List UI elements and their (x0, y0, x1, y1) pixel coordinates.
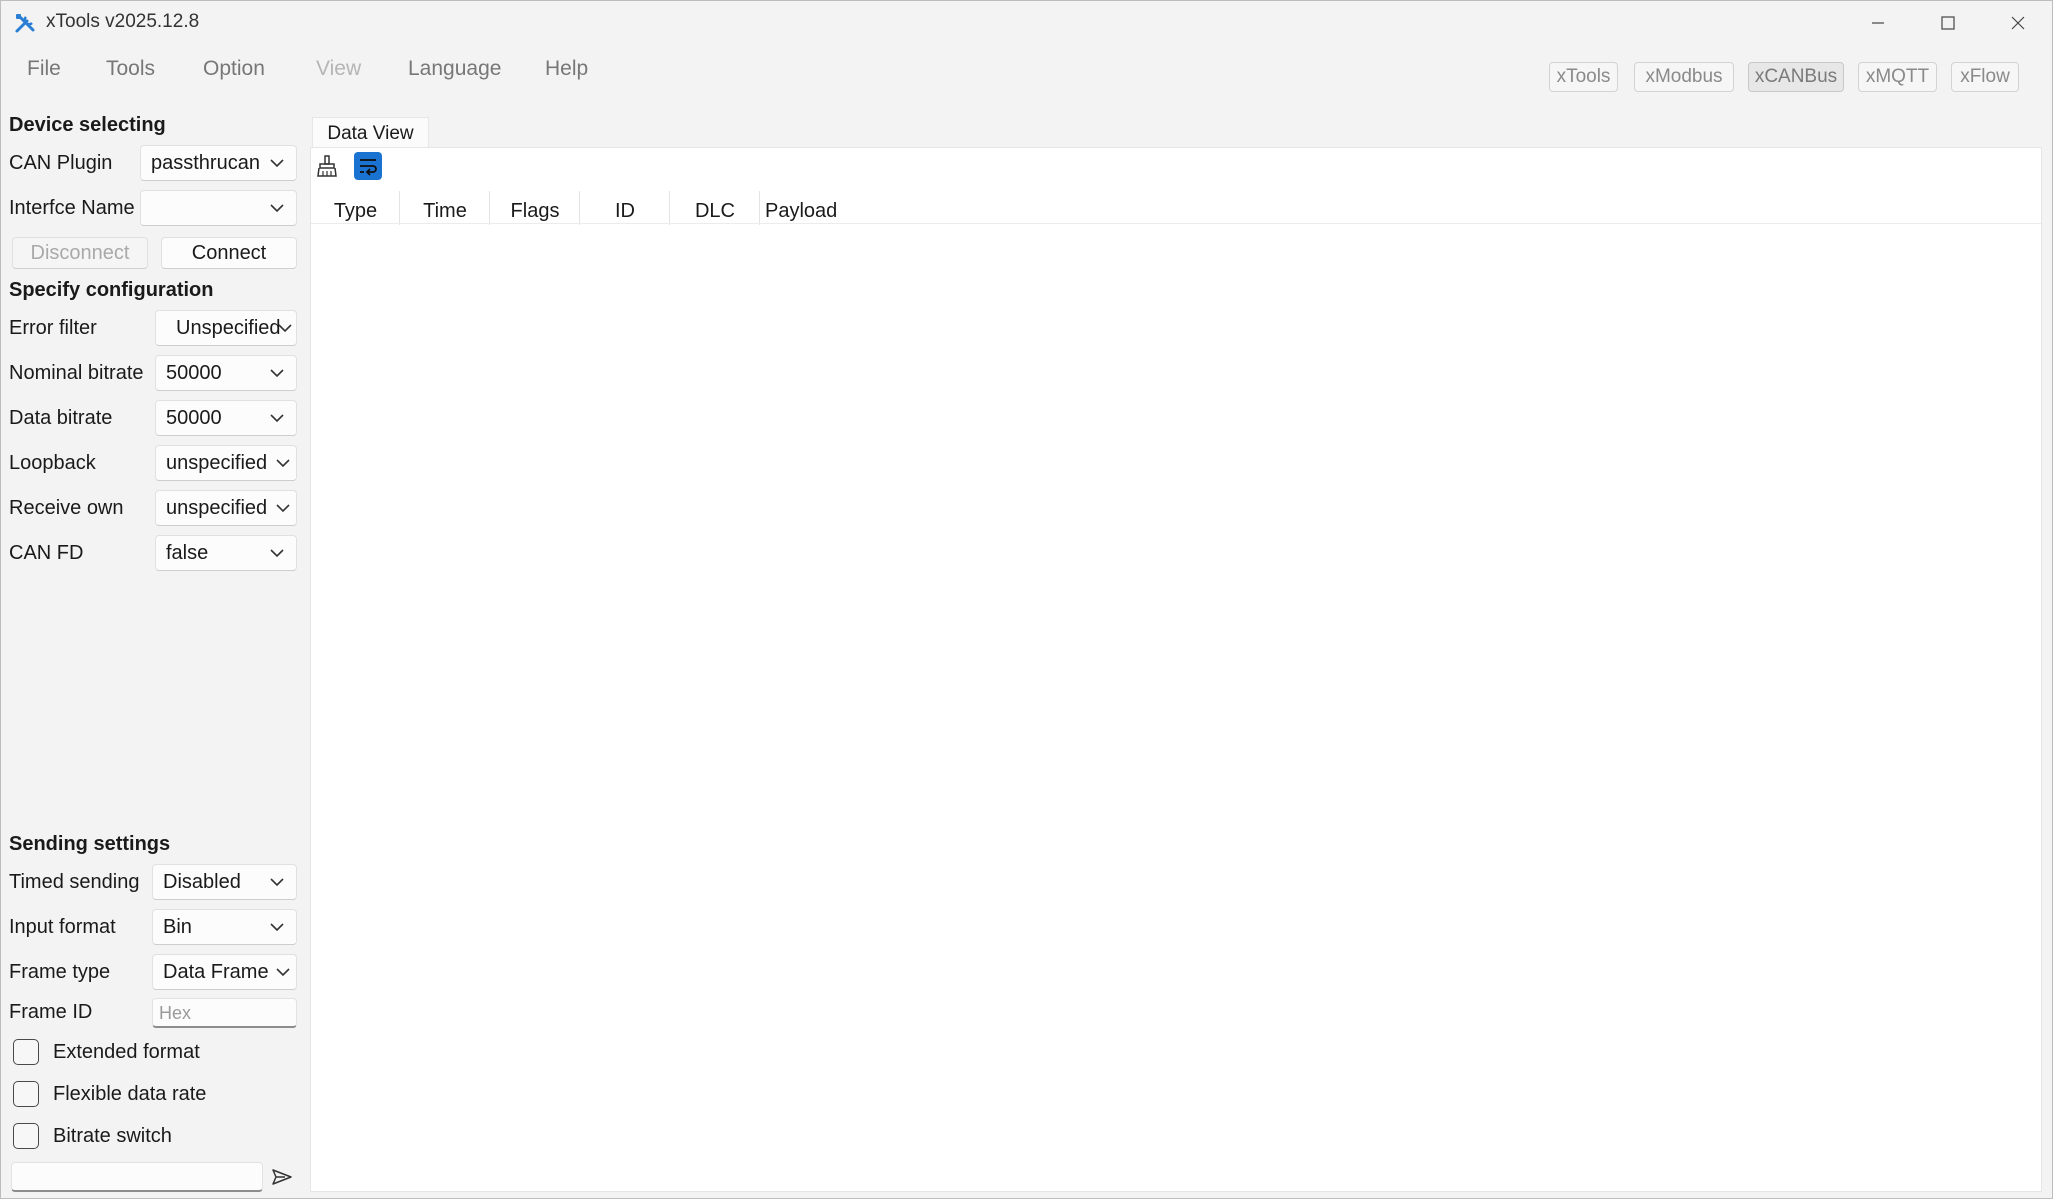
menu-file[interactable]: File (27, 57, 61, 81)
loopback-select[interactable]: unspecified (155, 445, 297, 481)
mode-xmqtt-button[interactable]: xMQTT (1858, 62, 1937, 92)
interface-name-select[interactable] (140, 190, 297, 226)
menu-language[interactable]: Language (408, 57, 501, 81)
data-bitrate-select[interactable]: 50000 (155, 400, 297, 436)
chevron-down-icon (270, 204, 284, 213)
close-icon (2011, 16, 2025, 30)
tab-data-view[interactable]: Data View (312, 117, 429, 149)
chevron-down-icon (270, 549, 284, 558)
title-bar: xTools v2025.12.8 (1, 1, 2052, 45)
column-header-flags[interactable]: Flags (490, 197, 580, 225)
column-header-payload[interactable]: Payload (765, 197, 837, 225)
can-fd-label: CAN FD (9, 542, 84, 564)
timed-sending-label: Timed sending (9, 871, 140, 893)
send-button[interactable] (267, 1162, 297, 1192)
menu-view[interactable]: View (316, 57, 361, 81)
mode-xflow-button[interactable]: xFlow (1951, 62, 2019, 92)
data-view-pane (310, 147, 2042, 1192)
frame-type-label: Frame type (9, 961, 111, 983)
can-plugin-value: passthrucan (151, 152, 260, 174)
chevron-down-icon (270, 369, 284, 378)
disconnect-button[interactable]: Disconnect (12, 237, 148, 269)
mode-xtools-button[interactable]: xTools (1549, 62, 1618, 92)
window-title: xTools v2025.12.8 (46, 11, 200, 32)
loopback-value: unspecified (166, 452, 268, 474)
can-fd-select[interactable]: false (155, 535, 297, 571)
broom-icon (317, 155, 337, 177)
column-header-dlc[interactable]: DLC (670, 197, 760, 225)
menu-option[interactable]: Option (203, 57, 265, 81)
flexible-data-rate-checkbox[interactable] (13, 1081, 39, 1107)
frame-id-input[interactable]: Hex (152, 998, 297, 1028)
receive-own-select[interactable]: unspecified (155, 490, 297, 526)
app-tools-icon (15, 14, 35, 33)
extended-format-checkbox[interactable] (13, 1039, 39, 1065)
clear-button[interactable] (313, 152, 341, 180)
bitrate-switch-label: Bitrate switch (53, 1124, 172, 1147)
config-section-title: Specify configuration (9, 279, 214, 301)
nominal-bitrate-select[interactable]: 50000 (155, 355, 297, 391)
chevron-down-icon (276, 459, 290, 468)
frame-id-label: Frame ID (9, 1001, 93, 1023)
interface-name-label: Interfce Name (9, 197, 135, 219)
loopback-label: Loopback (9, 452, 96, 474)
column-header-type[interactable]: Type (313, 197, 398, 225)
chevron-down-icon (278, 324, 292, 333)
main-window: xTools v2025.12.8 File Tools Option View… (0, 0, 2053, 1199)
error-filter-value: Unspecified (176, 317, 281, 339)
connect-button[interactable]: Connect (161, 237, 297, 269)
chevron-down-icon (270, 878, 284, 887)
text-wrap-icon (360, 159, 377, 176)
data-bitrate-label: Data bitrate (9, 407, 113, 429)
error-filter-label: Error filter (9, 317, 97, 339)
can-fd-value: false (166, 542, 209, 564)
close-button[interactable] (1983, 1, 2053, 45)
bitrate-switch-checkbox[interactable] (13, 1123, 39, 1149)
minimize-button[interactable] (1843, 1, 1913, 45)
wrap-toggle-button[interactable] (354, 152, 382, 180)
frame-type-select[interactable]: Data Frame (152, 954, 297, 990)
extended-format-checkbox-row[interactable]: Extended format (13, 1038, 200, 1066)
extended-format-label: Extended format (53, 1040, 200, 1063)
can-plugin-label: CAN Plugin (9, 152, 113, 174)
mode-xmodbus-button[interactable]: xModbus (1634, 62, 1734, 92)
menu-tools[interactable]: Tools (106, 57, 155, 81)
chevron-down-icon (270, 414, 284, 423)
chevron-down-icon (276, 968, 290, 977)
mode-xcanbus-button[interactable]: xCANBus (1748, 62, 1844, 92)
menu-help[interactable]: Help (545, 57, 588, 81)
receive-own-label: Receive own (9, 497, 124, 519)
input-format-label: Input format (9, 916, 116, 938)
timed-sending-value: Disabled (163, 871, 241, 893)
send-icon (272, 1169, 292, 1185)
column-header-time[interactable]: Time (400, 197, 490, 225)
bitrate-switch-checkbox-row[interactable]: Bitrate switch (13, 1122, 172, 1150)
receive-own-value: unspecified (166, 497, 268, 519)
chevron-down-icon (270, 159, 284, 168)
timed-sending-select[interactable]: Disabled (152, 864, 297, 900)
chevron-down-icon (270, 923, 284, 932)
sending-section-title: Sending settings (9, 833, 171, 855)
frame-type-value: Data Frame (163, 961, 269, 983)
flexible-data-rate-checkbox-row[interactable]: Flexible data rate (13, 1080, 206, 1108)
input-format-value: Bin (163, 916, 192, 938)
input-format-select[interactable]: Bin (152, 909, 297, 945)
can-plugin-select[interactable]: passthrucan (140, 145, 297, 181)
table-header-divider (311, 223, 2041, 224)
column-separator (759, 191, 760, 225)
flexible-data-rate-label: Flexible data rate (53, 1082, 207, 1105)
device-section-title: Device selecting (9, 114, 166, 136)
minimize-icon (1872, 22, 1884, 24)
nominal-bitrate-value: 50000 (166, 362, 222, 384)
maximize-button[interactable] (1913, 1, 1983, 45)
data-bitrate-value: 50000 (166, 407, 222, 429)
chevron-down-icon (276, 504, 290, 513)
nominal-bitrate-label: Nominal bitrate (9, 362, 144, 384)
maximize-icon (1941, 16, 1955, 30)
error-filter-select[interactable]: Unspecified (155, 310, 297, 346)
column-header-id[interactable]: ID (580, 197, 670, 225)
payload-input[interactable] (11, 1162, 263, 1192)
